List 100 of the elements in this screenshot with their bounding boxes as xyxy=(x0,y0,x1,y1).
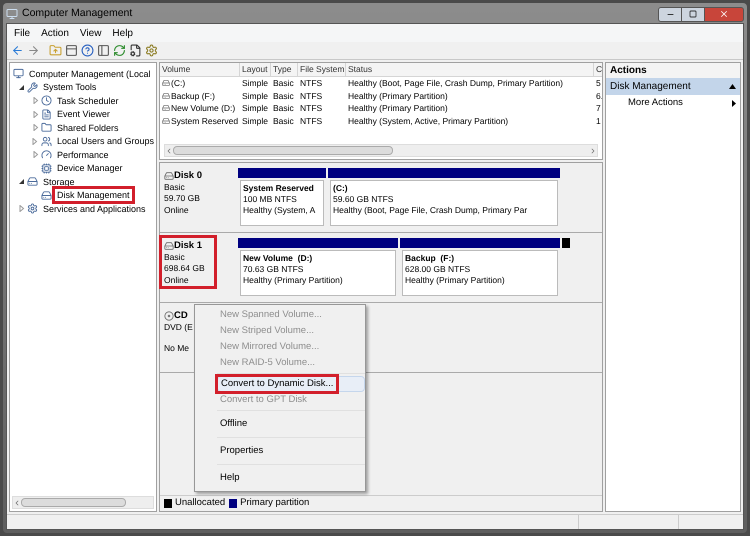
horizontal-scrollbar[interactable] xyxy=(12,496,154,509)
horizontal-scrollbar[interactable] xyxy=(164,144,598,157)
table-cell: (C:) xyxy=(171,77,186,90)
tree-item[interactable]: Local Users and Groups xyxy=(54,135,156,148)
table-cell: Healthy (Boot, Page File, Crash Dump, Primary Partition) xyxy=(348,77,563,90)
partition-size: 59.60 GB NTFS xyxy=(333,194,394,205)
disk-size: 698.64 GB xyxy=(164,263,206,274)
disk-state: Online xyxy=(164,204,190,216)
gear-icon xyxy=(27,203,38,214)
disk-type: DVD (E xyxy=(164,322,194,333)
expander-icon[interactable] xyxy=(17,83,25,92)
computer-icon xyxy=(13,68,24,80)
disc-icon xyxy=(164,310,174,321)
drive-icon xyxy=(162,104,170,112)
clock-icon xyxy=(41,95,52,106)
table-cell: Basic xyxy=(273,102,294,114)
menu-bar-item[interactable]: View xyxy=(74,26,106,40)
legend-label: Primary partition xyxy=(240,496,310,510)
drive-icon xyxy=(162,92,170,100)
partition-status: Healthy (System, A xyxy=(243,205,316,216)
table-cell: Basic xyxy=(273,114,294,127)
table-cell: Healthy (Primary Partition) xyxy=(348,102,448,114)
close-icon xyxy=(719,9,729,19)
table-cell: NTFS xyxy=(300,77,322,90)
refresh-icon[interactable] xyxy=(113,44,126,57)
tree-item[interactable]: Services and Applications xyxy=(41,202,148,215)
table-cell: NTFS xyxy=(300,114,322,127)
app-icon xyxy=(6,8,18,20)
disk-info[interactable]: Disk 1 Basic 698.64 GB Online xyxy=(162,238,214,286)
caret-right-icon xyxy=(732,100,736,107)
disk-info[interactable]: Disk 0 Basic 59.70 GB Online xyxy=(162,168,214,227)
table-cell: Healthy (System, Active, Primary Partition) xyxy=(348,114,508,127)
gauge-icon xyxy=(41,149,52,160)
menu-bar-item[interactable]: Action xyxy=(36,26,74,40)
table-cell: NTFS xyxy=(300,90,322,102)
menu-item[interactable]: Convert to Dynamic Disk... xyxy=(217,376,365,392)
scroll-left-icon[interactable] xyxy=(13,498,21,506)
tree-item[interactable]: Device Manager xyxy=(55,162,125,174)
maximize-icon xyxy=(689,10,697,18)
tree-item[interactable]: Disk Management xyxy=(55,189,132,202)
table-cell: System Reserved xyxy=(171,114,238,127)
disk-state: Online xyxy=(164,274,190,286)
disk-name: CD xyxy=(174,310,188,322)
tree-item[interactable]: Performance xyxy=(55,148,111,161)
table-cell: Simple xyxy=(242,114,268,127)
menu-bar-item[interactable]: Help xyxy=(107,26,138,40)
column-header[interactable]: File System xyxy=(298,63,346,76)
tree-item[interactable]: Storage xyxy=(41,176,77,188)
properties-icon[interactable] xyxy=(129,44,142,57)
table-cell: New Volume (D:) xyxy=(171,102,236,114)
table-cell: Simple xyxy=(242,90,268,102)
column-header[interactable]: Layout xyxy=(240,63,271,76)
menu-item[interactable]: Properties xyxy=(217,443,365,459)
table-cell: Basic xyxy=(273,90,294,102)
window-title: Computer Management xyxy=(22,6,132,22)
disk-state: No Me xyxy=(164,343,190,354)
disk-size: 59.70 GB xyxy=(164,193,201,204)
expander-icon[interactable] xyxy=(17,178,25,186)
partition-size: 70.63 GB NTFS xyxy=(243,264,304,275)
forward-icon[interactable] xyxy=(27,44,40,57)
tree-item[interactable]: Computer Management (Local xyxy=(27,68,153,80)
scroll-left-icon[interactable] xyxy=(165,146,173,154)
table-cell: 1 xyxy=(596,114,601,127)
actions-section[interactable]: Disk Management xyxy=(606,78,740,95)
tree-item[interactable]: System Tools xyxy=(41,81,98,94)
drive-icon xyxy=(27,176,38,188)
minimize-button[interactable] xyxy=(658,6,682,22)
partition-status: Healthy (Primary Partition) xyxy=(405,275,506,286)
tree-item[interactable]: Event Viewer xyxy=(55,108,112,120)
menu-item[interactable]: Help xyxy=(217,470,365,486)
back-icon[interactable] xyxy=(11,44,24,57)
action-item[interactable]: More Actions xyxy=(606,95,740,112)
table-cell: Healthy (Primary Partition) xyxy=(348,90,448,102)
partition-size: 628.00 GB NTFS xyxy=(405,264,472,275)
window-icon[interactable] xyxy=(97,44,110,57)
table-cell: 6. xyxy=(596,90,602,102)
column-header[interactable]: Type xyxy=(271,63,298,76)
menu-item[interactable]: Offline xyxy=(217,416,365,432)
partition-size: 100 MB NTFS xyxy=(243,194,298,205)
table-cell: Backup (F:) xyxy=(171,90,215,102)
drive-icon xyxy=(164,240,174,251)
tree-item[interactable]: Shared Folders xyxy=(55,122,121,134)
column-header[interactable]: Volume xyxy=(160,63,240,76)
table-cell: 5 xyxy=(596,77,601,90)
tree-item[interactable]: Task Scheduler xyxy=(55,94,121,107)
gear-icon[interactable] xyxy=(145,44,158,57)
window-icon[interactable] xyxy=(65,44,78,57)
maximize-button[interactable] xyxy=(682,6,704,22)
menu-bar-item[interactable]: File xyxy=(9,26,36,40)
column-header[interactable]: Status xyxy=(346,63,594,76)
drive-icon xyxy=(162,116,170,125)
drive-icon xyxy=(164,170,174,181)
scroll-right-icon[interactable] xyxy=(589,146,597,154)
disk-type: Basic xyxy=(164,252,186,263)
partition-name: New Volume (D:) xyxy=(243,253,314,264)
table-cell: Simple xyxy=(242,77,268,90)
close-button[interactable] xyxy=(704,6,744,22)
disk-type: Basic xyxy=(164,182,186,193)
help-icon[interactable] xyxy=(81,44,94,57)
chip-icon xyxy=(41,162,52,174)
